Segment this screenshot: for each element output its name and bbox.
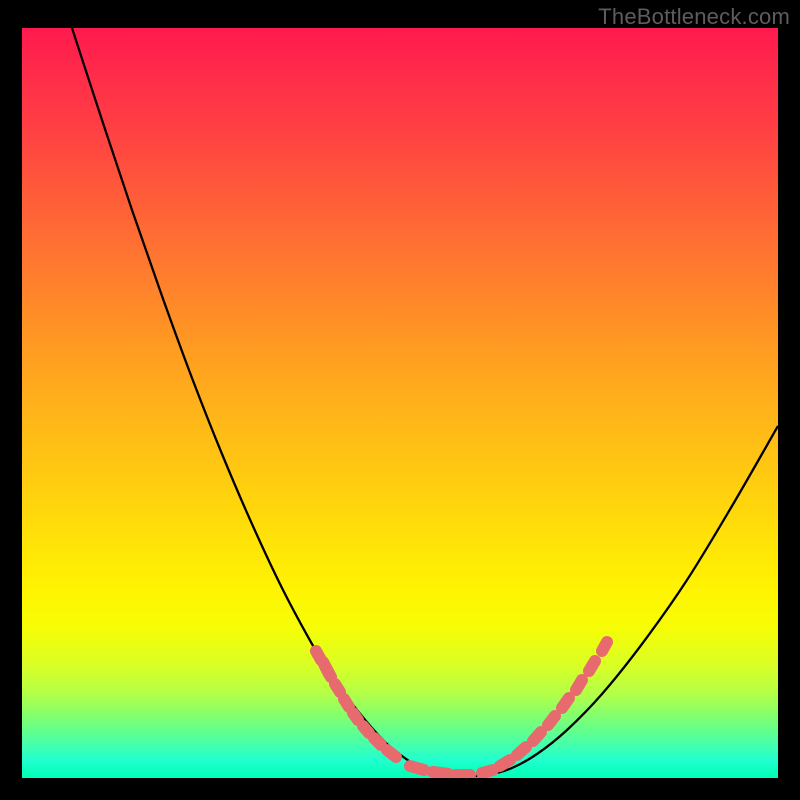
curve-bead (433, 772, 448, 774)
chart-frame: TheBottleneck.com (0, 0, 800, 800)
curve-bead (374, 738, 381, 745)
curve-bead (410, 766, 424, 770)
curve-beads (316, 642, 607, 775)
watermark-text: TheBottleneck.com (598, 4, 790, 30)
bottleneck-curve (72, 28, 778, 776)
curve-bead (548, 716, 555, 725)
curve-bead (335, 684, 340, 692)
curve-bead (602, 642, 607, 651)
curve-bead (517, 747, 526, 755)
curve-bead (533, 732, 541, 741)
curve-bead (482, 770, 493, 773)
plot-area (22, 28, 778, 778)
bottleneck-curve-svg (22, 28, 778, 778)
curve-bead (323, 662, 331, 677)
curve-bead (500, 760, 510, 766)
curve-bead (589, 661, 595, 671)
curve-bead (353, 713, 358, 720)
curve-bead (576, 680, 582, 690)
curve-bead (363, 726, 369, 733)
curve-bead (344, 699, 349, 707)
curve-bead (387, 750, 396, 757)
curve-bead (562, 698, 569, 708)
